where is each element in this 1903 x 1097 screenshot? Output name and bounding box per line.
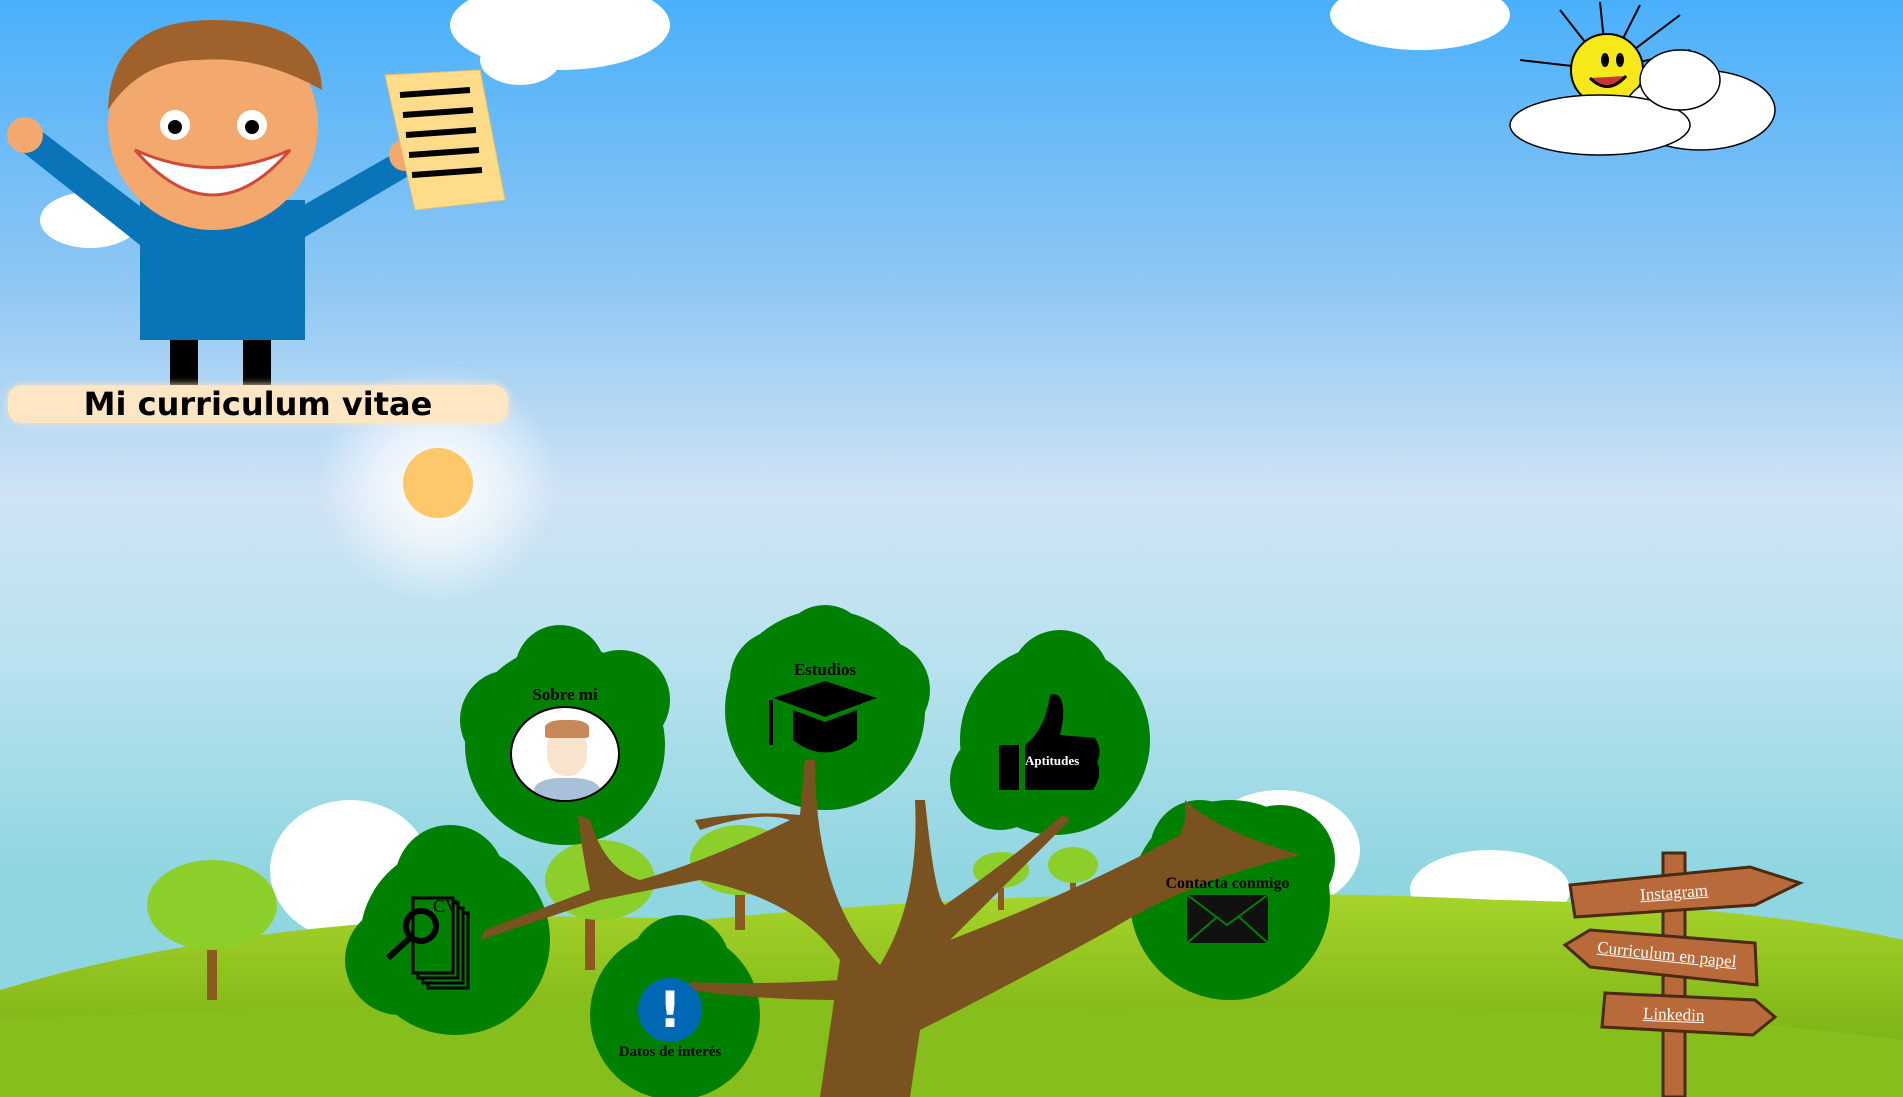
menu-item-sobre-mi[interactable]: Sobre mi bbox=[505, 685, 625, 805]
menu-label: Aptitudes bbox=[1025, 753, 1080, 768]
page-title: Mi curriculum vitae bbox=[8, 385, 508, 423]
envelope-icon bbox=[1185, 893, 1270, 945]
cartoon-sun-icon bbox=[1509, 1, 1776, 156]
menu-label: Estudios bbox=[793, 660, 857, 679]
info-exclamation-icon: ! bbox=[638, 978, 702, 1042]
sun bbox=[403, 448, 473, 518]
menu-label: Sobre mi bbox=[532, 685, 598, 704]
graduation-cap-icon bbox=[766, 678, 884, 753]
thumbs-up-icon bbox=[999, 694, 1100, 790]
avatar-icon bbox=[510, 706, 620, 802]
menu-item-datos-de-interes[interactable]: ! Datos de interés bbox=[605, 978, 735, 1063]
menu-item-cv[interactable]: CV bbox=[383, 893, 488, 993]
menu-label: Contacta conmigo bbox=[1165, 875, 1290, 892]
menu-item-contacta-conmigo[interactable]: Contacta conmigo bbox=[1160, 875, 1295, 950]
menu-item-estudios[interactable]: Estudios bbox=[765, 660, 885, 760]
linkedin-link[interactable]: Linkedin bbox=[1643, 1004, 1705, 1026]
menu-label: CV bbox=[433, 896, 459, 916]
menu-item-aptitudes[interactable]: Aptitudes bbox=[995, 690, 1105, 795]
menu-label: Datos de interés bbox=[618, 1044, 722, 1060]
